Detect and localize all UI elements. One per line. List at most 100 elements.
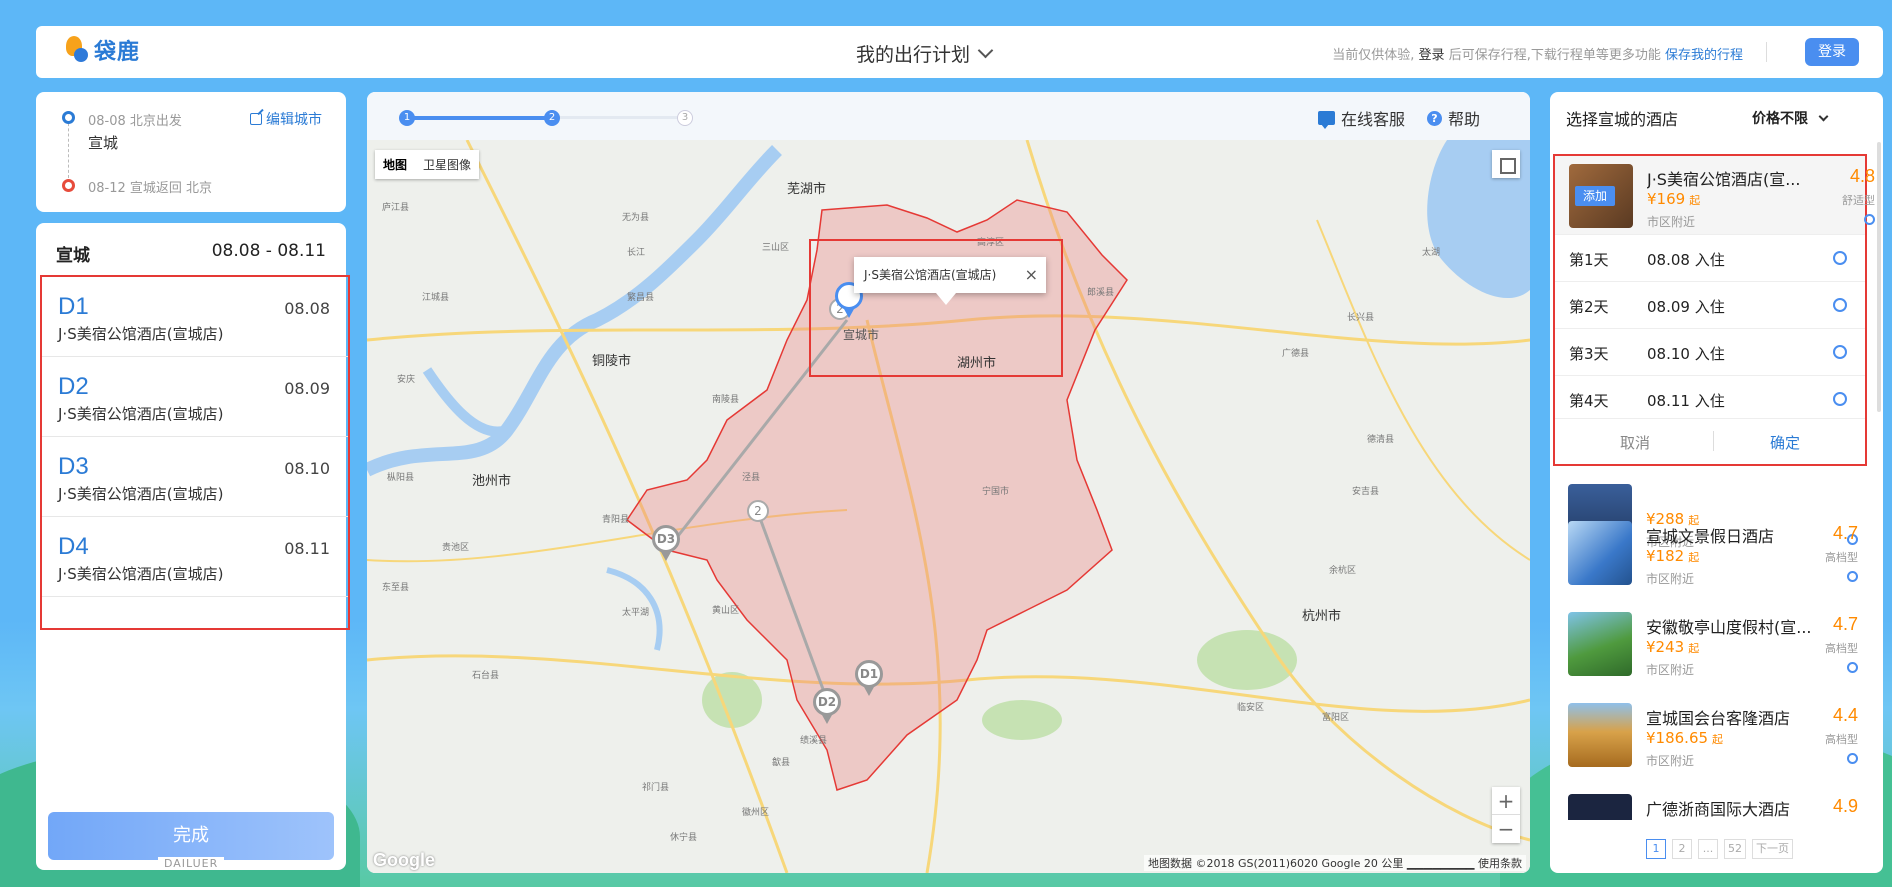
watermark: DAILUER — [158, 857, 225, 870]
day-option[interactable]: 第2天 08.09 入住 — [1555, 281, 1865, 328]
notice-login-link[interactable]: 登录 — [1419, 48, 1445, 63]
hotel-item[interactable]: 宣城文景假日酒店 ¥182 起 市区附近 4.7 高档型 — [1568, 521, 1868, 591]
route-connector — [68, 118, 69, 178]
hotel-item[interactable]: 广德浙商国际大酒店 4.9 — [1568, 794, 1868, 820]
price-filter-dropdown[interactable]: 价格不限 — [1752, 106, 1829, 130]
place-label: 安庆 — [397, 375, 416, 385]
hotel-price: ¥182 起 — [1646, 547, 1700, 565]
hotel-item[interactable]: 添加 J·S美宿公馆酒店(宣... ¥169 起 市区附近 4.8 舒适型 — [1569, 164, 1875, 234]
step-1[interactable]: 1 — [399, 110, 415, 126]
day-hotel: J·S美宿公馆酒店(宣城店) — [58, 325, 224, 343]
hotel-panel-title: 选择宣城的酒店 — [1566, 110, 1679, 129]
cancel-button[interactable]: 取消 — [1555, 432, 1715, 453]
day-date: 08.10 — [284, 459, 330, 478]
day-option-radio[interactable] — [1833, 298, 1847, 312]
page-button[interactable]: 1 — [1646, 839, 1666, 859]
map-type-map[interactable]: 地图 — [375, 150, 415, 179]
day-marker-d1[interactable]: D1 — [855, 660, 883, 696]
hotel-thumbnail — [1568, 794, 1632, 820]
place-label: 池州市 — [472, 474, 512, 489]
next-page-button[interactable]: 下一页 — [1752, 839, 1793, 859]
popup-actions: 取消 确定 — [1555, 418, 1865, 464]
confirm-button[interactable]: 确定 — [1705, 432, 1865, 453]
map-type-satellite[interactable]: 卫星图像 — [415, 150, 479, 179]
hotel-thumbnail — [1568, 521, 1632, 585]
day-item[interactable]: D4 08.11 J·S美宿公馆酒店(宣城店) — [42, 517, 348, 597]
map-panel: 1 2 3 在线客服 ? 帮助 地图 卫星图像 芜湖市 铜陵市 池州市 湖州市 … — [367, 92, 1530, 873]
place-label: 江城县 — [422, 293, 450, 303]
route-number-marker[interactable]: 2 — [747, 500, 769, 522]
divider — [1766, 42, 1767, 62]
day-item[interactable]: D3 08.10 J·S美宿公馆酒店(宣城店) — [42, 437, 348, 517]
day-option[interactable]: 第1天 08.08 入住 — [1555, 234, 1865, 281]
day-option[interactable]: 第4天 08.11 入住 — [1555, 375, 1865, 422]
place-label: 杭州市 — [1302, 609, 1342, 624]
plan-title-dropdown[interactable]: 我的出行计划 — [856, 40, 994, 67]
day-option[interactable]: 第3天 08.10 入住 — [1555, 328, 1865, 375]
chevron-down-icon — [977, 42, 994, 59]
days-city: 宣城 — [56, 246, 90, 266]
day-marker-d3[interactable]: D3 — [652, 525, 680, 561]
step-2[interactable]: 2 — [544, 110, 560, 126]
day-marker-d2[interactable]: D2 — [813, 688, 841, 724]
online-service-link[interactable]: 在线客服 — [1317, 106, 1405, 130]
day-option-date: 08.10 入住 — [1647, 345, 1725, 363]
place-label: 临安区 — [1237, 703, 1265, 713]
place-label: 德清县 — [1367, 435, 1395, 445]
hotel-select-radio[interactable] — [1847, 571, 1858, 582]
selected-hotel: 添加 J·S美宿公馆酒店(宣... ¥169 起 市区附近 4.8 舒适型 — [1555, 156, 1875, 234]
step-3[interactable]: 3 — [677, 110, 693, 126]
day-item[interactable]: D1 08.08 J·S美宿公馆酒店(宣城店) — [42, 277, 348, 357]
zoom-out-button[interactable]: − — [1492, 815, 1520, 843]
chat-icon — [1317, 111, 1335, 129]
page-button[interactable]: 2 — [1672, 839, 1692, 859]
online-service-label: 在线客服 — [1340, 110, 1405, 129]
place-label: 东至县 — [382, 583, 410, 593]
place-label: 黄山区 — [712, 606, 740, 616]
place-label: 枞阳县 — [387, 473, 415, 483]
header-links: 在线客服 ? 帮助 — [1317, 106, 1480, 130]
logo[interactable]: 袋鹿 — [64, 34, 140, 66]
hotel-location: 市区附近 — [1647, 215, 1696, 229]
help-link[interactable]: ? 帮助 — [1426, 106, 1480, 130]
forest-patch — [702, 672, 762, 728]
price-filter-label: 价格不限 — [1752, 111, 1808, 127]
login-button[interactable]: 登录 — [1805, 38, 1859, 66]
edit-city-button[interactable]: 编辑城市 — [250, 109, 322, 129]
place-label: 繁昌县 — [627, 293, 655, 303]
deer-logo-icon — [64, 34, 90, 66]
place-label: 长兴县 — [1347, 313, 1375, 323]
hotel-select-radio[interactable] — [1847, 662, 1858, 673]
place-label: 贵池区 — [442, 543, 470, 553]
add-hotel-button[interactable]: 添加 — [1575, 186, 1615, 206]
hotel-select-radio[interactable] — [1864, 214, 1875, 225]
place-label: 余杭区 — [1329, 566, 1357, 576]
day-option-radio[interactable] — [1833, 251, 1847, 265]
day-option-day: 第2天 — [1569, 298, 1609, 316]
place-label: 南陵县 — [712, 395, 740, 405]
save-trip-link[interactable]: 保存我的行程 — [1665, 48, 1743, 63]
highlight-box — [809, 239, 1063, 377]
page-button[interactable]: 52 — [1724, 839, 1746, 859]
hotel-location: 市区附近 — [1646, 663, 1695, 677]
hotel-item[interactable]: 安徽敬亭山度假村(宣... ¥243 起 市区附近 4.7 高档型 — [1568, 612, 1868, 682]
zoom-in-button[interactable]: + — [1492, 787, 1520, 815]
start-point-icon — [62, 111, 75, 124]
map-attribution[interactable]: 地图数据 ©2018 GS(2011)6020 Google 20 公里 ▁▁▁… — [1143, 855, 1526, 871]
day-option-radio[interactable] — [1833, 392, 1847, 406]
hotel-thumbnail — [1568, 703, 1632, 767]
hotel-item[interactable]: 宣城国会台客隆酒店 ¥186.65 起 市区附近 4.4 高档型 — [1568, 703, 1868, 773]
day-option-radio[interactable] — [1833, 345, 1847, 359]
hotel-location: 市区附近 — [1646, 754, 1695, 768]
hotel-name: J·S美宿公馆酒店(宣... — [1647, 170, 1801, 189]
hotel-name: 宣城文景假日酒店 — [1646, 527, 1775, 546]
day-hotel: J·S美宿公馆酒店(宣城店) — [58, 565, 224, 583]
fullscreen-icon[interactable] — [1492, 150, 1520, 178]
finish-button[interactable]: 完成 — [48, 812, 334, 860]
hotel-select-radio[interactable] — [1847, 753, 1858, 764]
notice-text: 后可保存行程,下载行程单等更多功能 — [1448, 48, 1661, 63]
map[interactable]: 地图 卫星图像 芜湖市 铜陵市 池州市 湖州市 杭州市 宣城市 广德县 宁国市 … — [367, 140, 1530, 873]
scrollbar[interactable] — [1877, 142, 1881, 412]
login-notice: 当前仅供体验, 登录 后可保存行程,下载行程单等更多功能 保存我的行程 — [1332, 44, 1743, 63]
day-item[interactable]: D2 08.09 J·S美宿公馆酒店(宣城店) — [42, 357, 348, 437]
